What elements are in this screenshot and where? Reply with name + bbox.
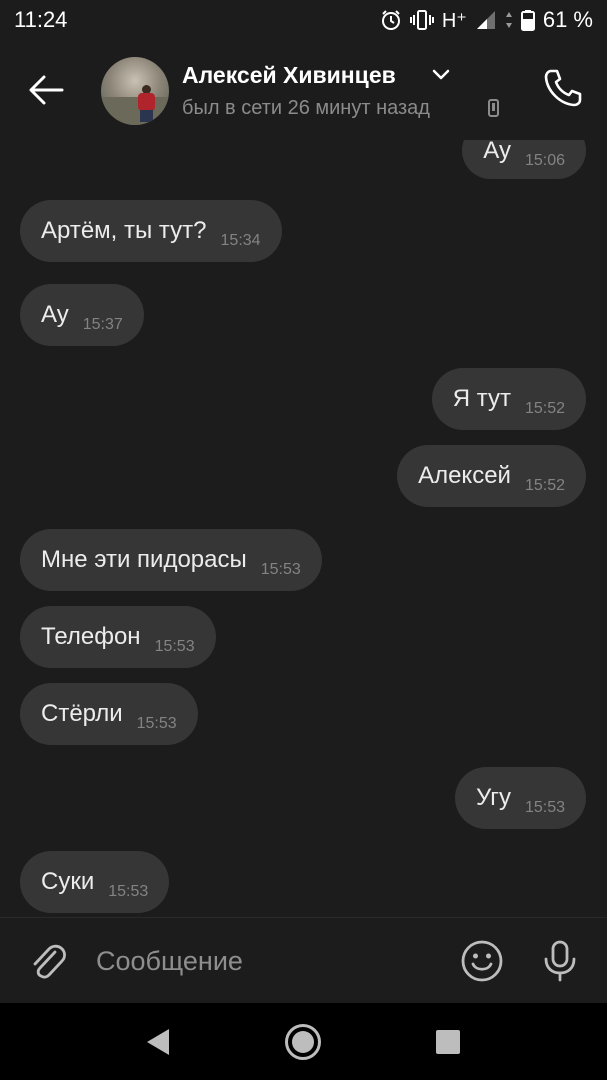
message-time: 15:37 xyxy=(82,316,123,333)
message-bubble-incoming[interactable]: Стёрли 15:53 xyxy=(20,683,198,745)
phone-icon[interactable] xyxy=(541,66,585,110)
message-text: Мне эти пидорасы xyxy=(41,546,247,573)
battery-percent: 61 % xyxy=(542,7,593,32)
message-time: 15:53 xyxy=(108,883,149,900)
nav-home-icon[interactable] xyxy=(284,1023,322,1061)
vibrate-icon xyxy=(409,10,434,30)
message-input[interactable] xyxy=(96,938,436,984)
paperclip-icon[interactable] xyxy=(28,940,68,982)
nav-recents-icon[interactable] xyxy=(436,1030,460,1054)
message-time: 15:53 xyxy=(154,638,195,655)
chevron-down-icon[interactable] xyxy=(432,69,450,81)
message-text: Алексей xyxy=(418,462,511,489)
network-type: H⁺ xyxy=(441,9,467,32)
message-text: Ау xyxy=(483,140,511,164)
message-bubble-incoming[interactable]: Телефон 15:53 xyxy=(20,606,216,668)
message-list[interactable]: Ау 15:06 Артём, ты тут? 15:34 Ау 15:37 Я… xyxy=(0,140,607,917)
chat-header: Алексей Хивинцев был в сети 26 минут наз… xyxy=(0,40,607,140)
message-bubble-incoming[interactable]: Артём, ты тут? 15:34 xyxy=(20,200,282,262)
message-time: 15:53 xyxy=(136,715,177,732)
nav-back-icon[interactable] xyxy=(145,1027,171,1057)
battery-icon xyxy=(520,10,535,31)
mobile-device-icon xyxy=(488,99,499,117)
message-time: 15:06 xyxy=(524,151,565,169)
message-text: Суки xyxy=(41,868,95,895)
message-bubble-incoming[interactable]: Ау 15:37 xyxy=(20,284,144,346)
message-time: 15:52 xyxy=(524,400,565,417)
chat-screen: 11:24 H⁺ 61 % Алексей Хивинцев был в сет… xyxy=(0,0,607,1080)
data-arrows-icon xyxy=(505,12,512,28)
message-text: Угу xyxy=(476,784,511,811)
arrow-left-icon[interactable] xyxy=(26,70,66,110)
message-bubble-outgoing[interactable]: Алексей 15:52 xyxy=(397,445,586,507)
microphone-icon[interactable] xyxy=(541,939,579,983)
status-time: 11:24 xyxy=(14,7,68,32)
avatar[interactable] xyxy=(101,57,169,125)
contact-name[interactable]: Алексей Хивинцев xyxy=(182,62,396,89)
message-bubble-outgoing[interactable]: Я тут 15:52 xyxy=(431,368,586,430)
message-bubble-incoming[interactable]: Мне эти пидорасы 15:53 xyxy=(20,529,322,591)
message-text: Ау xyxy=(41,301,69,328)
message-bubble-outgoing[interactable]: Ау 15:06 xyxy=(462,140,586,179)
alarm-icon xyxy=(381,10,400,30)
message-time: 15:53 xyxy=(524,799,565,816)
status-icons: H⁺ 61 % xyxy=(380,7,593,33)
message-time: 15:34 xyxy=(220,232,261,249)
message-text: Телефон xyxy=(41,623,141,650)
message-time: 15:53 xyxy=(260,561,301,578)
smiley-icon[interactable] xyxy=(460,939,504,983)
system-navigation-bar xyxy=(0,1003,607,1080)
message-composer xyxy=(0,917,607,1003)
message-text: Стёрли xyxy=(41,700,123,727)
message-bubble-outgoing[interactable]: Угу 15:53 xyxy=(455,767,586,829)
message-time: 15:52 xyxy=(524,477,565,494)
message-bubble-incoming[interactable]: Суки 15:53 xyxy=(20,851,170,913)
message-text: Артём, ты тут? xyxy=(41,217,207,244)
last-seen-status: был в сети 26 минут назад xyxy=(182,97,430,119)
status-bar: 11:24 H⁺ 61 % xyxy=(0,0,607,40)
message-text: Я тут xyxy=(452,385,511,412)
signal-icon xyxy=(476,11,495,29)
